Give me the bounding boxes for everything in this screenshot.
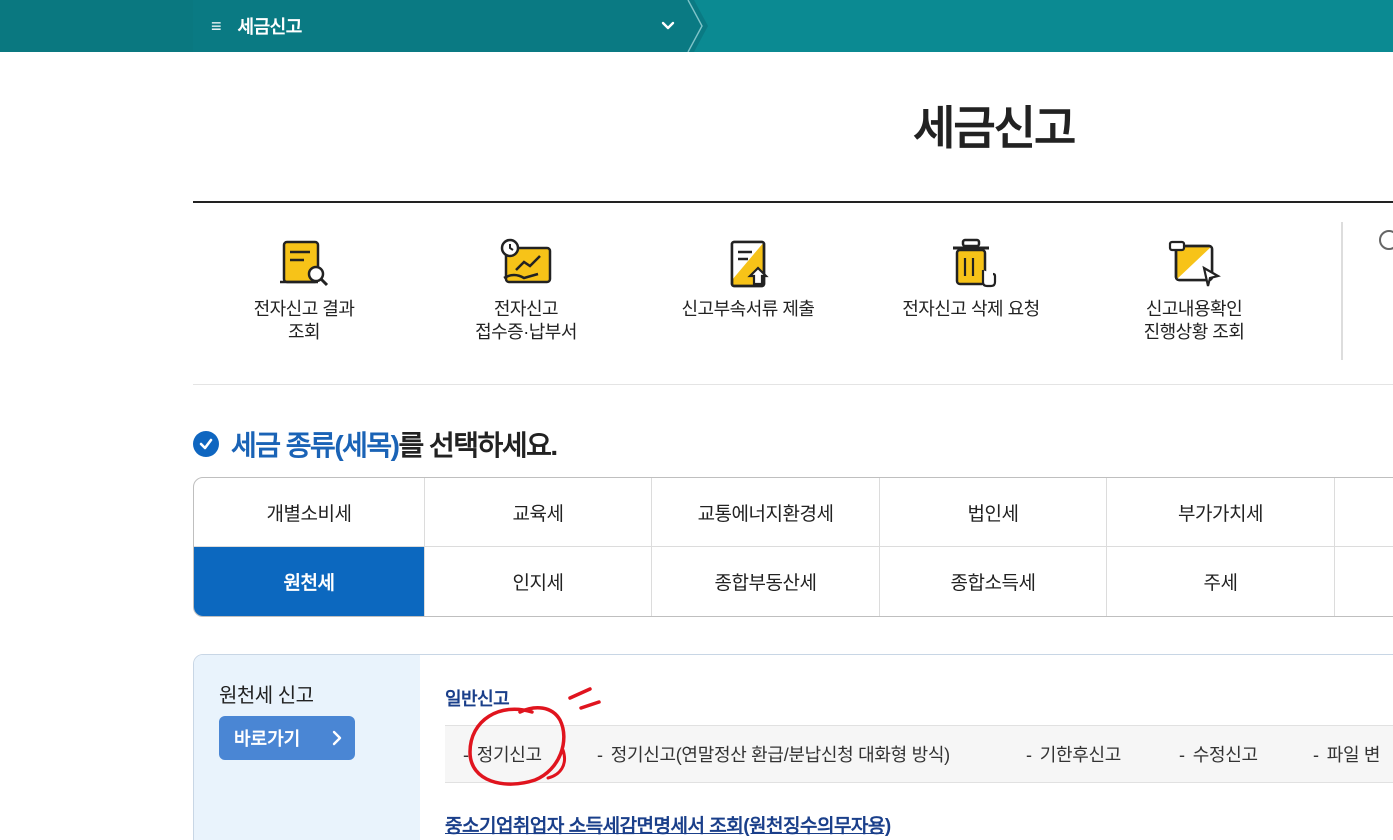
tax-type-grid: 개별소비세 교육세 교통에너지환경세 법인세 부가가치세 원천세 인지세 종합부… [193, 477, 1393, 617]
chevron-right-icon [332, 730, 342, 746]
breadcrumb-separator-icon [684, 0, 708, 52]
tax-type-cell[interactable]: 교통에너지환경세 [652, 478, 880, 547]
section-heading: 세금 종류(세목)를 선택하세요. [193, 424, 559, 464]
tax-type-cell[interactable]: 교육세 [425, 478, 652, 547]
section-heading-highlight: 세금 종류(세목) [231, 430, 400, 461]
section-heading-text: 세금 종류(세목)를 선택하세요. [231, 424, 559, 464]
sme-exemption-lookup-link[interactable]: 중소기업취업자 소득세감면명세서 조회(원천징수의무자용) [445, 811, 891, 838]
link-label: 기한후신고 [1039, 745, 1122, 765]
quick-item-delete-request[interactable]: 전자신고 삭제 요청 [861, 222, 1081, 321]
chevron-down-icon[interactable] [659, 17, 677, 35]
trash-icon [953, 238, 997, 288]
link-label: 정기신고(연말정산 환급/분납신청 대화형 방식) [610, 745, 950, 765]
tax-type-row: 개별소비세 교육세 교통에너지환경세 법인세 부가가치세 [194, 478, 1393, 547]
go-button[interactable]: 바로가기 [219, 716, 355, 760]
link-label: 정기신고 [476, 745, 542, 765]
quick-item-status-check[interactable]: 신고내용확인 진행상황 조회 [1084, 222, 1304, 344]
tax-type-cell-selected[interactable]: 원천세 [194, 547, 425, 616]
link-dash: - [1179, 745, 1185, 765]
link-amended-filing[interactable]: - 수정신고 [1179, 741, 1258, 767]
tax-type-cell[interactable]: 종합소득세 [880, 547, 1107, 616]
link-dash: - [463, 745, 469, 765]
link-regular-filing[interactable]: - 정기신고 [463, 741, 542, 767]
panel-sidebar: 원천세 신고 바로가기 [194, 655, 420, 840]
quick-item-label: 신고부속서류 제출 [681, 299, 815, 319]
tax-type-cell[interactable]: 인지세 [425, 547, 652, 616]
quick-menu-bottom-rule [193, 384, 1393, 385]
partial-icon[interactable] [1379, 230, 1393, 250]
link-late-filing[interactable]: - 기한후신고 [1026, 741, 1121, 767]
tax-type-cell[interactable] [1335, 478, 1393, 547]
link-regular-filing-interactive[interactable]: - 정기신고(연말정산 환급/분납신청 대화형 방식) [597, 741, 950, 767]
title-divider [193, 201, 1393, 203]
go-button-label: 바로가기 [234, 729, 301, 749]
panel-side-title: 원천세 신고 [219, 685, 314, 707]
breadcrumb[interactable]: ≡ 세금신고 [193, 0, 685, 52]
page-title: 세금신고 [913, 102, 1076, 154]
status-check-icon [1168, 240, 1221, 287]
quick-item-attachment-submit[interactable]: 신고부속서류 제출 [638, 222, 858, 321]
tax-type-cell[interactable]: 종합부동산세 [652, 547, 880, 616]
top-navigation-bar: ≡ 세금신고 [0, 0, 1393, 52]
receipt-clock-icon [500, 238, 552, 284]
quick-menu: 전자신고 결과 조회 전자신고 접수증·납부서 신고부속서류 제출 전자신고 삭… [193, 222, 1393, 362]
menu-icon[interactable]: ≡ [211, 16, 222, 37]
breadcrumb-label: 세금신고 [237, 17, 303, 37]
document-search-icon [280, 240, 329, 287]
quick-item-label: 전자신고 삭제 요청 [902, 299, 1040, 319]
link-label: 파일 변 [1326, 745, 1381, 765]
tax-type-row: 원천세 인지세 종합부동산세 종합소득세 주세 [194, 547, 1393, 616]
quick-menu-divider [1341, 222, 1343, 360]
link-dash: - [1026, 745, 1032, 765]
quick-item-result-lookup[interactable]: 전자신고 결과 조회 [194, 222, 414, 344]
check-circle-icon [193, 431, 219, 457]
link-file-conversion[interactable]: - 파일 변 [1313, 741, 1380, 767]
quick-item-label: 조회 [287, 322, 321, 342]
tax-type-cell[interactable] [1335, 547, 1393, 616]
section-heading-rest: 를 선택하세요. [398, 430, 559, 461]
filing-link-bar: - 정기신고 - 정기신고(연말정산 환급/분납신청 대화형 방식) - 기한후신고 … [445, 725, 1393, 783]
link-dash: - [1313, 745, 1319, 765]
quick-item-label: 전자신고 [493, 299, 559, 319]
quick-item-label: 진행상황 조회 [1143, 322, 1245, 342]
topbar-left-area [0, 0, 193, 52]
withholding-tax-panel: 원천세 신고 바로가기 일반신고 - 정기신고 - 정기신고(연말정산 환급/분납신… [193, 654, 1393, 840]
tax-type-cell[interactable]: 법인세 [880, 478, 1107, 547]
tax-type-cell[interactable]: 주세 [1107, 547, 1335, 616]
link-label: 수정신고 [1192, 745, 1258, 765]
tax-type-cell[interactable]: 부가가치세 [1107, 478, 1335, 547]
document-upload-icon [730, 240, 769, 288]
quick-item-label: 전자신고 결과 [253, 299, 355, 319]
quick-item-label: 신고내용확인 [1145, 299, 1243, 319]
quick-item-receipt[interactable]: 전자신고 접수증·납부서 [416, 222, 636, 344]
tax-type-cell[interactable]: 개별소비세 [194, 478, 425, 547]
category-title: 일반신고 [445, 689, 510, 709]
quick-item-label: 접수증·납부서 [475, 322, 577, 342]
link-dash: - [597, 745, 603, 765]
